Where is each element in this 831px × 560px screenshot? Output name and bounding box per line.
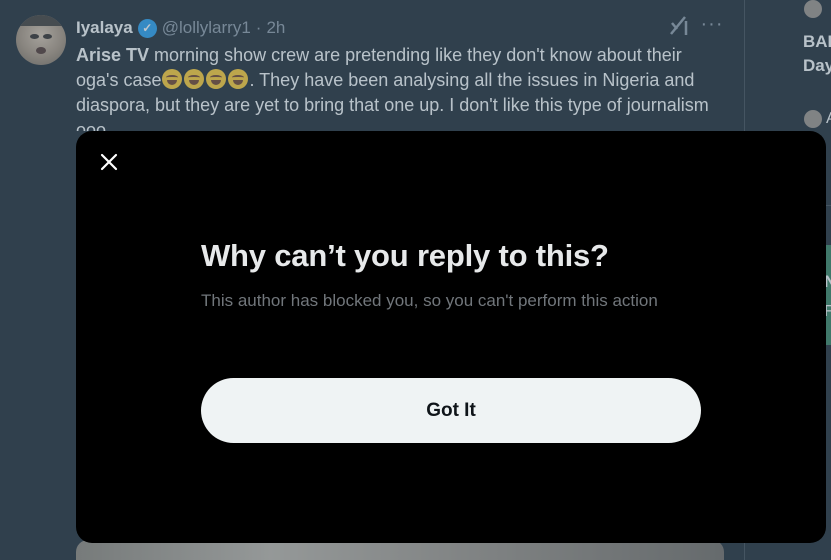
dialog-description: This author has blocked you, so you can'…	[201, 291, 658, 310]
close-button[interactable]	[92, 145, 126, 179]
dialog-title: Why can’t you reply to this?	[201, 238, 609, 273]
page: Iyalaya ✓ @lollylarry1 · 2h ··· Arise TV…	[0, 0, 831, 560]
got-it-button[interactable]: Got It	[201, 378, 701, 443]
close-icon	[100, 153, 118, 171]
reply-blocked-dialog: Why can’t you reply to this? This author…	[76, 131, 826, 543]
